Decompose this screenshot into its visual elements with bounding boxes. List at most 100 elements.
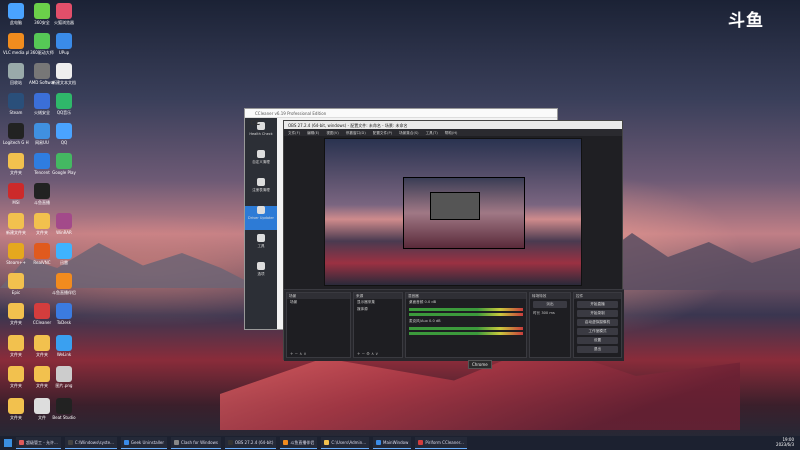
obs-menu-item[interactable]: 场景集合(S) [399,131,418,135]
desktop-icon[interactable]: 新建文本文档 [51,63,77,85]
virtual-camera-button[interactable]: 启动虚拟摄像机 [577,319,618,326]
desktop-icon-label: VLC media player [3,50,29,55]
chrome-tooltip: Chrome [468,360,492,369]
taskbar-item[interactable]: C:\Windows\syste... [64,437,117,449]
duration-input[interactable]: 300 ms [541,311,554,315]
taskbar-item[interactable]: OBS 27.2.4 (64-bit) [224,437,277,449]
obs-menu-item[interactable]: 编辑(E) [307,131,319,135]
taskbar-item[interactable]: Clash for Windows [171,437,221,449]
obs-menu-item[interactable]: 文件(F) [288,131,300,135]
taskbar-item[interactable]: 斗鱼直播伴侣 [280,437,318,449]
sidebar-item-registry[interactable]: 注册表清理 [245,178,277,202]
desktop-icon-label: 迅雷 [60,260,68,265]
source-controls[interactable]: + − ⚙ ∧ ∨ [357,351,378,356]
scenes-dock[interactable]: 场景 场景 + − ∧ ∨ [286,292,351,358]
app-icon [19,440,24,445]
obs-preview[interactable] [324,138,582,286]
desktop-icon[interactable]: 文件夹 [3,398,29,420]
app-icon [56,273,72,289]
mixer-dock[interactable]: 混音器 桌面音频 0.0 dB 麦克风/Aux 0.0 dB [405,292,527,358]
obs-menu-item[interactable]: 停靠窗口(D) [346,131,366,135]
desktop-icon[interactable]: 文件夹 [3,303,29,325]
desktop-icon[interactable]: 文件夹 [3,153,29,175]
ccleaner-titlebar[interactable]: CCleaner v6.19 Professional Edition [245,109,557,118]
sidebar-item-driver-updater[interactable]: Driver Updater [245,206,277,230]
taskbar-item[interactable]: MainWindow [373,437,412,449]
sidebar-item-options[interactable]: 选项 [245,262,277,286]
sidebar-item-custom-clean[interactable]: 自定义清理 [245,150,277,174]
obs-titlebar[interactable]: OBS 27.2.4 (64-bit, windows) - 配置文件: 未命名… [284,121,622,129]
app-icon [324,440,330,445]
sidebar-item-tools[interactable]: 工具 [245,234,277,258]
desktop-icon[interactable]: Steam++ [3,243,29,265]
exit-button[interactable]: 退出 [577,346,618,353]
desktop-icon[interactable]: Beat Studio [51,398,77,420]
system-clock[interactable]: 19:00 2023/6/3 [776,437,794,447]
app-icon [8,153,24,169]
desktop-icon[interactable]: 文件夹 [3,335,29,357]
desktop-icon[interactable]: QQ [51,123,77,145]
desktop-icon[interactable]: QQ音乐 [51,93,77,115]
scene-controls[interactable]: + − ∧ ∨ [290,351,306,356]
desktop-icon[interactable]: 文件夹 [3,366,29,388]
obs-menu-item[interactable]: 视图(V) [326,131,338,135]
taskbar-item[interactable]: C:\Users\Admin... [321,437,370,449]
desktop-icon[interactable]: 图片.png [51,366,77,388]
desktop-icon[interactable]: Logitech G HUB [3,123,29,145]
taskbar-item-label: Piriform CCleaner... [425,440,464,445]
taskbar-item[interactable]: Piriform CCleaner... [415,437,467,449]
app-icon [34,3,50,19]
desktop-icon[interactable]: MSI [3,183,29,205]
desktop-icon[interactable]: Google Play [51,153,77,175]
audio-meter[interactable] [409,308,523,311]
nested-preview-inner [430,192,480,220]
desktop-icon[interactable]: UPup [51,33,77,55]
taskbar-item[interactable]: Geek Uninstaller [120,437,168,449]
start-recording-button[interactable]: 开始录制 [577,310,618,317]
obs-menu-item[interactable]: 帮助(H) [445,131,458,135]
controls-dock[interactable]: 控件 开始直播 开始录制 启动虚拟摄像机 工作室模式 设置 退出 [573,292,622,358]
desktop-icon-label: QQ音乐 [56,110,72,115]
desktop-icon[interactable]: 迅雷 [51,243,77,265]
desktop-icon[interactable]: 火狐浏览器 [51,3,77,25]
desktop-icon[interactable]: Epic [3,273,29,295]
desktop-icon[interactable]: ToDesk [51,303,77,325]
obs-menu-item[interactable]: 工具(T) [426,131,438,135]
desktop-icon[interactable]: VLC media player [3,33,29,55]
start-button[interactable] [4,439,12,447]
source-item[interactable]: 媒体源 [354,306,402,313]
scene-item[interactable]: 场景 [287,299,350,306]
desktop-icon-label: 图片.png [55,383,73,388]
app-icon [8,33,24,49]
desktop-icon[interactable]: 此电脑 [3,3,29,25]
studio-mode-button[interactable]: 工作室模式 [577,328,618,335]
app-icon [34,63,50,79]
desktop-icon[interactable]: 斗鱼直播 [29,183,55,205]
audio-meter[interactable] [409,327,523,330]
mixer-track-db: 0.0 dB [429,319,441,323]
taskbar-item[interactable]: 超级管工 - 允许... [16,437,61,449]
desktop-icon-label: 新建文本文档 [52,80,76,85]
app-icon [56,366,72,382]
source-item[interactable]: 显示器采集 [354,299,402,306]
transition-select[interactable]: 淡出 [533,301,567,308]
transitions-dock[interactable]: 转场特效 淡出 时长 300 ms [529,292,571,358]
driver-icon [257,206,265,214]
obs-window[interactable]: OBS 27.2.4 (64-bit, windows) - 配置文件: 未命名… [283,120,624,361]
sources-dock[interactable]: 来源 显示器采集 媒体源 + − ⚙ ∧ ∨ [353,292,403,358]
desktop-icon[interactable]: Steam [3,93,29,115]
douyu-logo: 斗鱼 [728,11,764,31]
obs-menu-item[interactable]: 配置文件(P) [373,131,392,135]
desktop-icon-label: 斗鱼直播 [34,200,50,205]
app-icon [56,398,72,414]
audio-meter[interactable] [409,313,523,316]
taskbar: 超级管工 - 允许... C:\Windows\syste... Geek Unin… [0,436,800,450]
start-streaming-button[interactable]: 开始直播 [577,301,618,308]
audio-meter[interactable] [409,332,523,335]
desktop-icon[interactable]: WinRAR [51,213,77,235]
desktop-icon[interactable]: 回收站 [3,63,29,85]
desktop-icon[interactable]: WeLink [51,335,77,357]
desktop-icon[interactable]: 新建文件夹 [3,213,29,235]
settings-button[interactable]: 设置 [577,337,618,344]
desktop-icon[interactable]: 斗鱼直播伴侣 [51,273,77,295]
